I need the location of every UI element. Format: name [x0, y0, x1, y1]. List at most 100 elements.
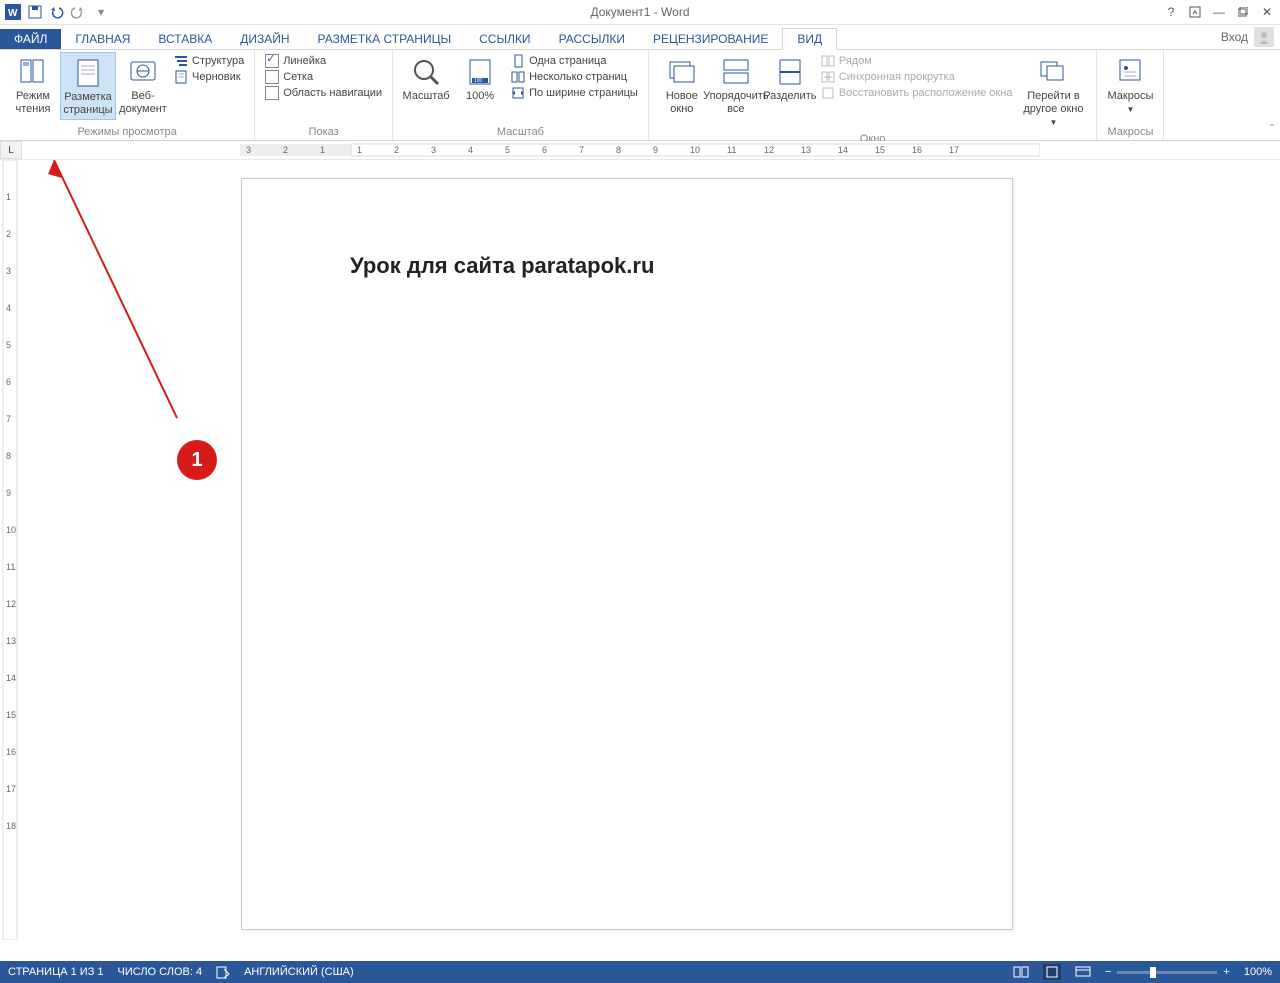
help-icon[interactable]: ?	[1160, 3, 1182, 21]
switch-windows-button[interactable]: Перейти в другое окно▼	[1016, 52, 1090, 131]
group-zoom: Масштаб 100 100% Одна страница Несколько…	[393, 50, 649, 140]
document-area: 123456789101112131415161718 Урок для сай…	[0, 160, 1280, 940]
svg-text:14: 14	[838, 145, 848, 155]
ruler-checkbox[interactable]: Линейка	[265, 54, 382, 68]
view-web-icon[interactable]	[1075, 966, 1091, 978]
svg-text:15: 15	[875, 145, 885, 155]
group-label-views: Режимы просмотра	[6, 124, 248, 140]
svg-text:7: 7	[6, 414, 11, 424]
zoom-slider[interactable]: − +	[1105, 966, 1230, 978]
navpane-checkbox[interactable]: Область навигации	[265, 86, 382, 100]
ribbon: Режим чтения Разметка страницы Веб-докум…	[0, 50, 1280, 141]
one-page-button[interactable]: Одна страница	[511, 54, 638, 68]
multiple-pages-button[interactable]: Несколько страниц	[511, 70, 638, 84]
zoom-in-icon[interactable]: +	[1223, 966, 1229, 978]
outline-button[interactable]: Структура	[174, 54, 244, 68]
svg-text:17: 17	[6, 784, 16, 794]
tab-selector[interactable]: L	[0, 141, 22, 159]
svg-text:18: 18	[6, 821, 16, 831]
svg-text:13: 13	[6, 636, 16, 646]
status-words[interactable]: ЧИСЛО СЛОВ: 4	[118, 966, 203, 978]
tab-file[interactable]: ФАЙЛ	[0, 29, 61, 49]
signin-label[interactable]: Вход	[1221, 30, 1248, 44]
horizontal-ruler[interactable]: 3211234567891011121314151617	[240, 141, 1280, 159]
group-label-macros: Макросы	[1103, 124, 1157, 140]
tab-review[interactable]: РЕЦЕНЗИРОВАНИЕ	[639, 29, 782, 49]
svg-text:5: 5	[6, 340, 11, 350]
view-read-icon[interactable]	[1013, 966, 1029, 978]
svg-text:10: 10	[690, 145, 700, 155]
svg-text:W: W	[8, 8, 18, 19]
status-bar: СТРАНИЦА 1 ИЗ 1 ЧИСЛО СЛОВ: 4 АНГЛИЙСКИЙ…	[0, 961, 1280, 983]
redo-icon[interactable]	[70, 3, 88, 21]
status-page[interactable]: СТРАНИЦА 1 ИЗ 1	[8, 966, 104, 978]
group-label-show: Показ	[261, 124, 386, 140]
svg-text:3: 3	[6, 266, 11, 276]
macros-button[interactable]: Макросы▼	[1103, 52, 1157, 118]
maximize-icon[interactable]	[1232, 3, 1254, 21]
arrange-all-button[interactable]: Упорядочить все	[709, 52, 763, 118]
vertical-ruler[interactable]: 123456789101112131415161718	[0, 160, 22, 940]
user-avatar-icon[interactable]	[1254, 27, 1274, 47]
zoom-out-icon[interactable]: −	[1105, 966, 1111, 978]
split-button[interactable]: Разделить	[763, 52, 817, 105]
svg-text:1: 1	[320, 145, 325, 155]
web-layout-button[interactable]: Веб-документ	[116, 52, 170, 118]
gridlines-checkbox[interactable]: Сетка	[265, 70, 382, 84]
svg-text:100: 100	[474, 78, 483, 84]
tab-references[interactable]: ССЫЛКИ	[465, 29, 544, 49]
svg-text:8: 8	[6, 451, 11, 461]
tab-mailings[interactable]: РАССЫЛКИ	[545, 29, 639, 49]
print-layout-button[interactable]: Разметка страницы	[60, 52, 116, 120]
page[interactable]: Урок для сайта paratapok.ru	[241, 178, 1013, 930]
undo-icon[interactable]	[48, 3, 66, 21]
sync-scroll-button[interactable]: Синхронная прокрутка	[821, 70, 1013, 84]
svg-text:14: 14	[6, 673, 16, 683]
title-bar: W ▾ Документ1 - Word ? — ✕	[0, 0, 1280, 25]
tab-insert[interactable]: ВСТАВКА	[144, 29, 226, 49]
svg-text:11: 11	[6, 562, 15, 572]
svg-text:13: 13	[801, 145, 811, 155]
zoom-button[interactable]: Масштаб	[399, 52, 453, 105]
document-text[interactable]: Урок для сайта paratapok.ru	[350, 253, 654, 279]
svg-text:9: 9	[653, 145, 658, 155]
svg-text:10: 10	[6, 525, 16, 535]
tab-view[interactable]: ВИД	[782, 28, 837, 50]
status-language[interactable]: АНГЛИЙСКИЙ (США)	[244, 966, 354, 978]
ribbon-display-icon[interactable]	[1184, 3, 1206, 21]
svg-text:2: 2	[6, 229, 11, 239]
reset-window-button[interactable]: Восстановить расположение окна	[821, 86, 1013, 100]
collapse-ribbon-icon[interactable]: ˆ	[1270, 122, 1274, 136]
save-icon[interactable]	[26, 3, 44, 21]
qat-customize-icon[interactable]: ▾	[92, 3, 110, 21]
zoom-100-button[interactable]: 100 100%	[453, 52, 507, 105]
svg-text:7: 7	[579, 145, 584, 155]
group-label-zoom: Масштаб	[399, 124, 642, 140]
tab-design[interactable]: ДИЗАЙН	[226, 29, 303, 49]
svg-text:6: 6	[6, 377, 11, 387]
annotation-badge: 1	[177, 440, 217, 480]
svg-text:1: 1	[357, 145, 362, 155]
tab-home[interactable]: ГЛАВНАЯ	[61, 29, 144, 49]
page-width-button[interactable]: По ширине страницы	[511, 86, 638, 100]
close-icon[interactable]: ✕	[1256, 3, 1278, 21]
annotation-arrow	[22, 160, 242, 480]
svg-text:9: 9	[6, 488, 11, 498]
draft-button[interactable]: Черновик	[174, 70, 244, 84]
read-mode-button[interactable]: Режим чтения	[6, 52, 60, 118]
svg-text:2: 2	[283, 145, 288, 155]
svg-text:6: 6	[542, 145, 547, 155]
app-icon: W	[4, 3, 22, 21]
tab-page-layout[interactable]: РАЗМЕТКА СТРАНИЦЫ	[304, 29, 466, 49]
svg-text:5: 5	[505, 145, 510, 155]
side-by-side-button[interactable]: Рядом	[821, 54, 1013, 68]
group-window: Новое окно Упорядочить все Разделить Ряд…	[649, 50, 1098, 140]
svg-text:17: 17	[949, 145, 959, 155]
new-window-button[interactable]: Новое окно	[655, 52, 709, 118]
ruler-bar: L 3211234567891011121314151617	[0, 141, 1280, 160]
view-print-icon[interactable]	[1043, 964, 1061, 980]
zoom-level[interactable]: 100%	[1244, 966, 1272, 978]
group-show: Линейка Сетка Область навигации Показ	[255, 50, 393, 140]
status-proofing-icon[interactable]	[216, 965, 230, 979]
minimize-icon[interactable]: —	[1208, 3, 1230, 21]
